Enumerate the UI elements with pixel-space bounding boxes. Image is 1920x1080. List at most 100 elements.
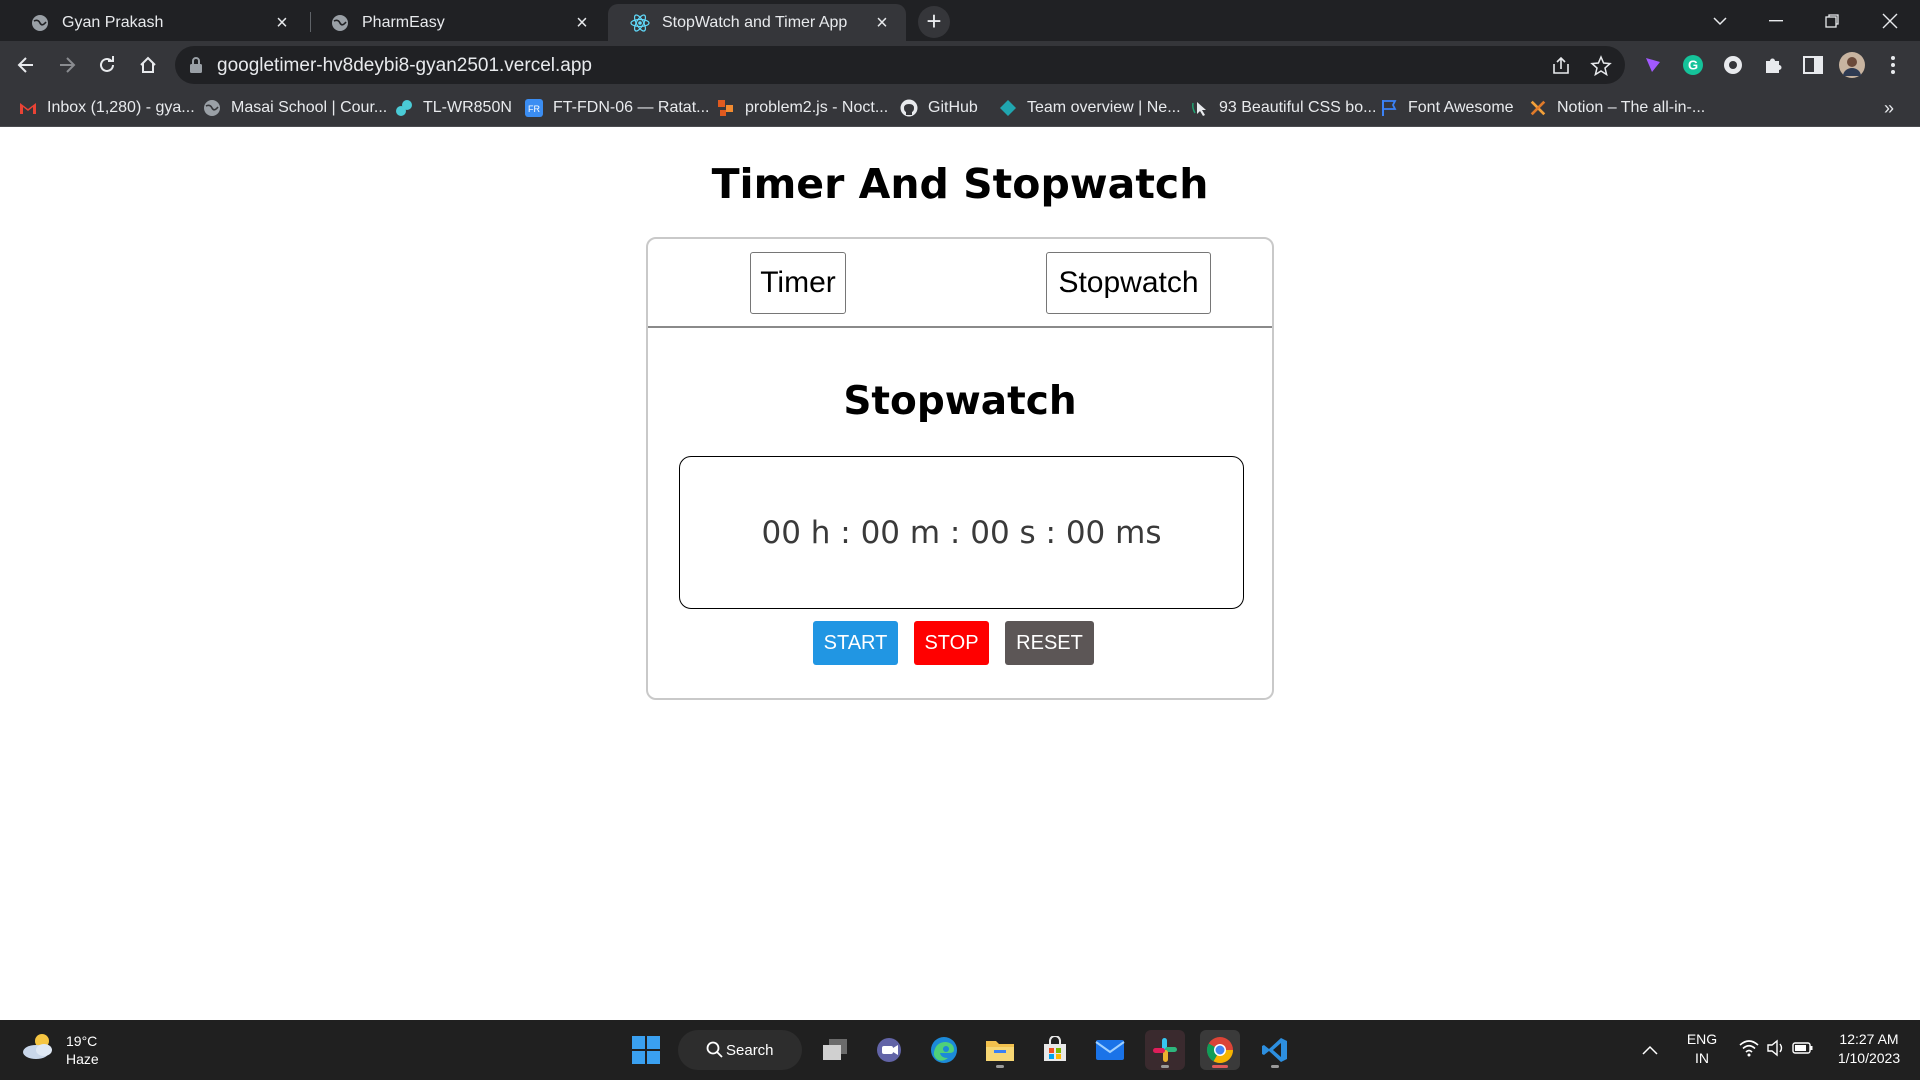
bookmarks-overflow-button[interactable]: »	[1884, 95, 1894, 121]
bookmark-ft-fdn-06[interactable]: FR FT-FDN-06 — Ratat...	[525, 95, 709, 121]
extension-purple-icon[interactable]	[1640, 52, 1666, 78]
weather-condition: Haze	[66, 1050, 99, 1067]
bookmark-tl-wr850n[interactable]: TL-WR850N	[395, 95, 512, 121]
tab-title: StopWatch and Timer App	[662, 13, 848, 31]
start-button[interactable]: START	[813, 621, 898, 665]
share-icon[interactable]	[1550, 55, 1572, 77]
address-bar[interactable]: googletimer-hv8deybi8-gyan2501.vercel.ap…	[175, 46, 1625, 84]
grammarly-icon[interactable]: G	[1680, 52, 1706, 78]
timer-tab-button[interactable]: Timer	[750, 252, 846, 314]
wifi-icon	[1738, 1039, 1760, 1062]
edge-browser-icon[interactable]	[924, 1030, 964, 1070]
bookmark-team-overview[interactable]: Team overview | Ne...	[999, 95, 1181, 121]
flag-icon	[1380, 99, 1398, 117]
clock-time: 12:27 AM	[1839, 1031, 1899, 1047]
restore-icon[interactable]	[1804, 0, 1860, 41]
weather-widget[interactable]: 19°C Haze	[20, 1030, 99, 1069]
battery-icon	[1792, 1041, 1814, 1060]
volume-icon	[1766, 1039, 1786, 1062]
language-indicator[interactable]: ENG IN	[1677, 1030, 1727, 1068]
globe-icon	[330, 13, 350, 33]
search-icon	[706, 1041, 723, 1062]
extensions-puzzle-icon[interactable]	[1760, 52, 1786, 78]
card-divider	[648, 326, 1272, 328]
extension-circle-icon[interactable]	[1720, 52, 1746, 78]
chrome-icon[interactable]	[1200, 1030, 1240, 1070]
globe-icon	[30, 13, 50, 33]
bookmark-inbox[interactable]: Inbox (1,280) - gya...	[19, 95, 195, 121]
mail-icon[interactable]	[1090, 1030, 1130, 1070]
bookmark-problem2[interactable]: problem2.js - Noct...	[717, 95, 888, 121]
weather-haze-icon	[20, 1030, 56, 1069]
code-icon	[717, 99, 735, 117]
bookmark-label: FT-FDN-06 — Ratat...	[553, 99, 710, 116]
page-title: Timer And Stopwatch	[711, 160, 1209, 208]
bookmark-github[interactable]: GitHub	[900, 95, 978, 121]
bookmark-css-buttons[interactable]: 93 Beautiful CSS bo...	[1191, 95, 1376, 121]
more-menu-icon[interactable]	[1880, 52, 1906, 78]
bookmark-label: TL-WR850N	[423, 99, 512, 116]
stopwatch-display: 00 h : 00 m : 00 s : 00 ms	[679, 456, 1244, 609]
start-menu-icon[interactable]	[626, 1030, 666, 1070]
svg-text:FR: FR	[528, 104, 540, 114]
tab-search-chevron-icon[interactable]	[1692, 0, 1748, 41]
bookmark-label: Font Awesome	[1408, 99, 1514, 116]
close-tab-icon[interactable]: ×	[572, 13, 592, 33]
lang-line2: IN	[1695, 1050, 1709, 1066]
minimize-icon[interactable]	[1748, 0, 1804, 41]
url-text: googletimer-hv8deybi8-gyan2501.vercel.ap…	[217, 55, 592, 76]
bookmark-label: Masai School | Cour...	[231, 99, 388, 116]
tab-title: PharmEasy	[362, 13, 445, 31]
bookmark-label: Notion – The all-in-...	[1557, 99, 1706, 116]
browser-tab-strip: Gyan Prakash × PharmEasy × StopWatch and…	[0, 0, 1920, 41]
close-tab-icon[interactable]: ×	[872, 13, 892, 33]
netlify-icon	[999, 99, 1017, 117]
lock-icon[interactable]	[189, 56, 203, 79]
back-icon[interactable]	[10, 49, 42, 81]
tplink-icon	[395, 99, 413, 117]
system-tray-status[interactable]	[1731, 1030, 1821, 1070]
globe-icon	[203, 99, 221, 117]
side-panel-icon[interactable]	[1800, 52, 1826, 78]
close-tab-icon[interactable]: ×	[272, 13, 292, 33]
hidden-icons-chevron-icon[interactable]	[1630, 1030, 1670, 1070]
stop-button[interactable]: STOP	[914, 621, 989, 665]
clock[interactable]: 12:27 AM 1/10/2023	[1826, 1030, 1912, 1068]
svg-text:G: G	[1688, 58, 1698, 73]
slack-icon[interactable]	[1145, 1030, 1185, 1070]
tab-title: Gyan Prakash	[62, 13, 164, 31]
timer-stopwatch-card: Timer Stopwatch Stopwatch 00 h : 00 m : …	[646, 237, 1274, 700]
home-icon[interactable]	[132, 49, 164, 81]
teams-chat-icon[interactable]	[869, 1030, 909, 1070]
bookmark-label: GitHub	[928, 99, 978, 116]
close-window-icon[interactable]	[1862, 0, 1918, 41]
windows-taskbar: 19°C Haze Search ENG IN 12:27 AM 1/10/20…	[0, 1020, 1920, 1080]
lang-line1: ENG	[1686, 1031, 1718, 1047]
taskbar-search[interactable]: Search	[678, 1030, 802, 1070]
tab-gyan-prakash[interactable]: Gyan Prakash ×	[8, 4, 306, 41]
search-label: Search	[726, 1041, 774, 1059]
microsoft-store-icon[interactable]	[1035, 1030, 1075, 1070]
cursor-icon	[1191, 99, 1209, 117]
bookmark-font-awesome[interactable]: Font Awesome	[1380, 95, 1514, 121]
reload-icon[interactable]	[91, 49, 123, 81]
bookmark-label: Inbox (1,280) - gya...	[47, 99, 195, 116]
tab-pharmeasy[interactable]: PharmEasy ×	[308, 4, 606, 41]
tab-stopwatch-timer-app[interactable]: StopWatch and Timer App ×	[608, 4, 906, 41]
bookmark-label: Team overview | Ne...	[1027, 99, 1181, 116]
reset-button[interactable]: RESET	[1005, 621, 1094, 665]
new-tab-button[interactable]: +	[918, 6, 950, 38]
bookmark-notion[interactable]: Notion – The all-in-...	[1529, 95, 1705, 121]
task-view-icon[interactable]	[815, 1030, 855, 1070]
gmail-icon	[19, 99, 37, 117]
running-indicator	[1161, 1065, 1169, 1068]
stopwatch-tab-button[interactable]: Stopwatch	[1046, 252, 1211, 314]
clock-date: 1/10/2023	[1837, 1050, 1901, 1066]
forward-icon[interactable]	[51, 49, 83, 81]
bookmark-masai-school[interactable]: Masai School | Cour...	[203, 95, 387, 121]
react-icon	[630, 13, 650, 33]
profile-avatar[interactable]	[1839, 52, 1865, 78]
vscode-icon[interactable]	[1255, 1030, 1295, 1070]
bookmark-star-icon[interactable]	[1590, 55, 1612, 77]
file-explorer-icon[interactable]	[980, 1030, 1020, 1070]
